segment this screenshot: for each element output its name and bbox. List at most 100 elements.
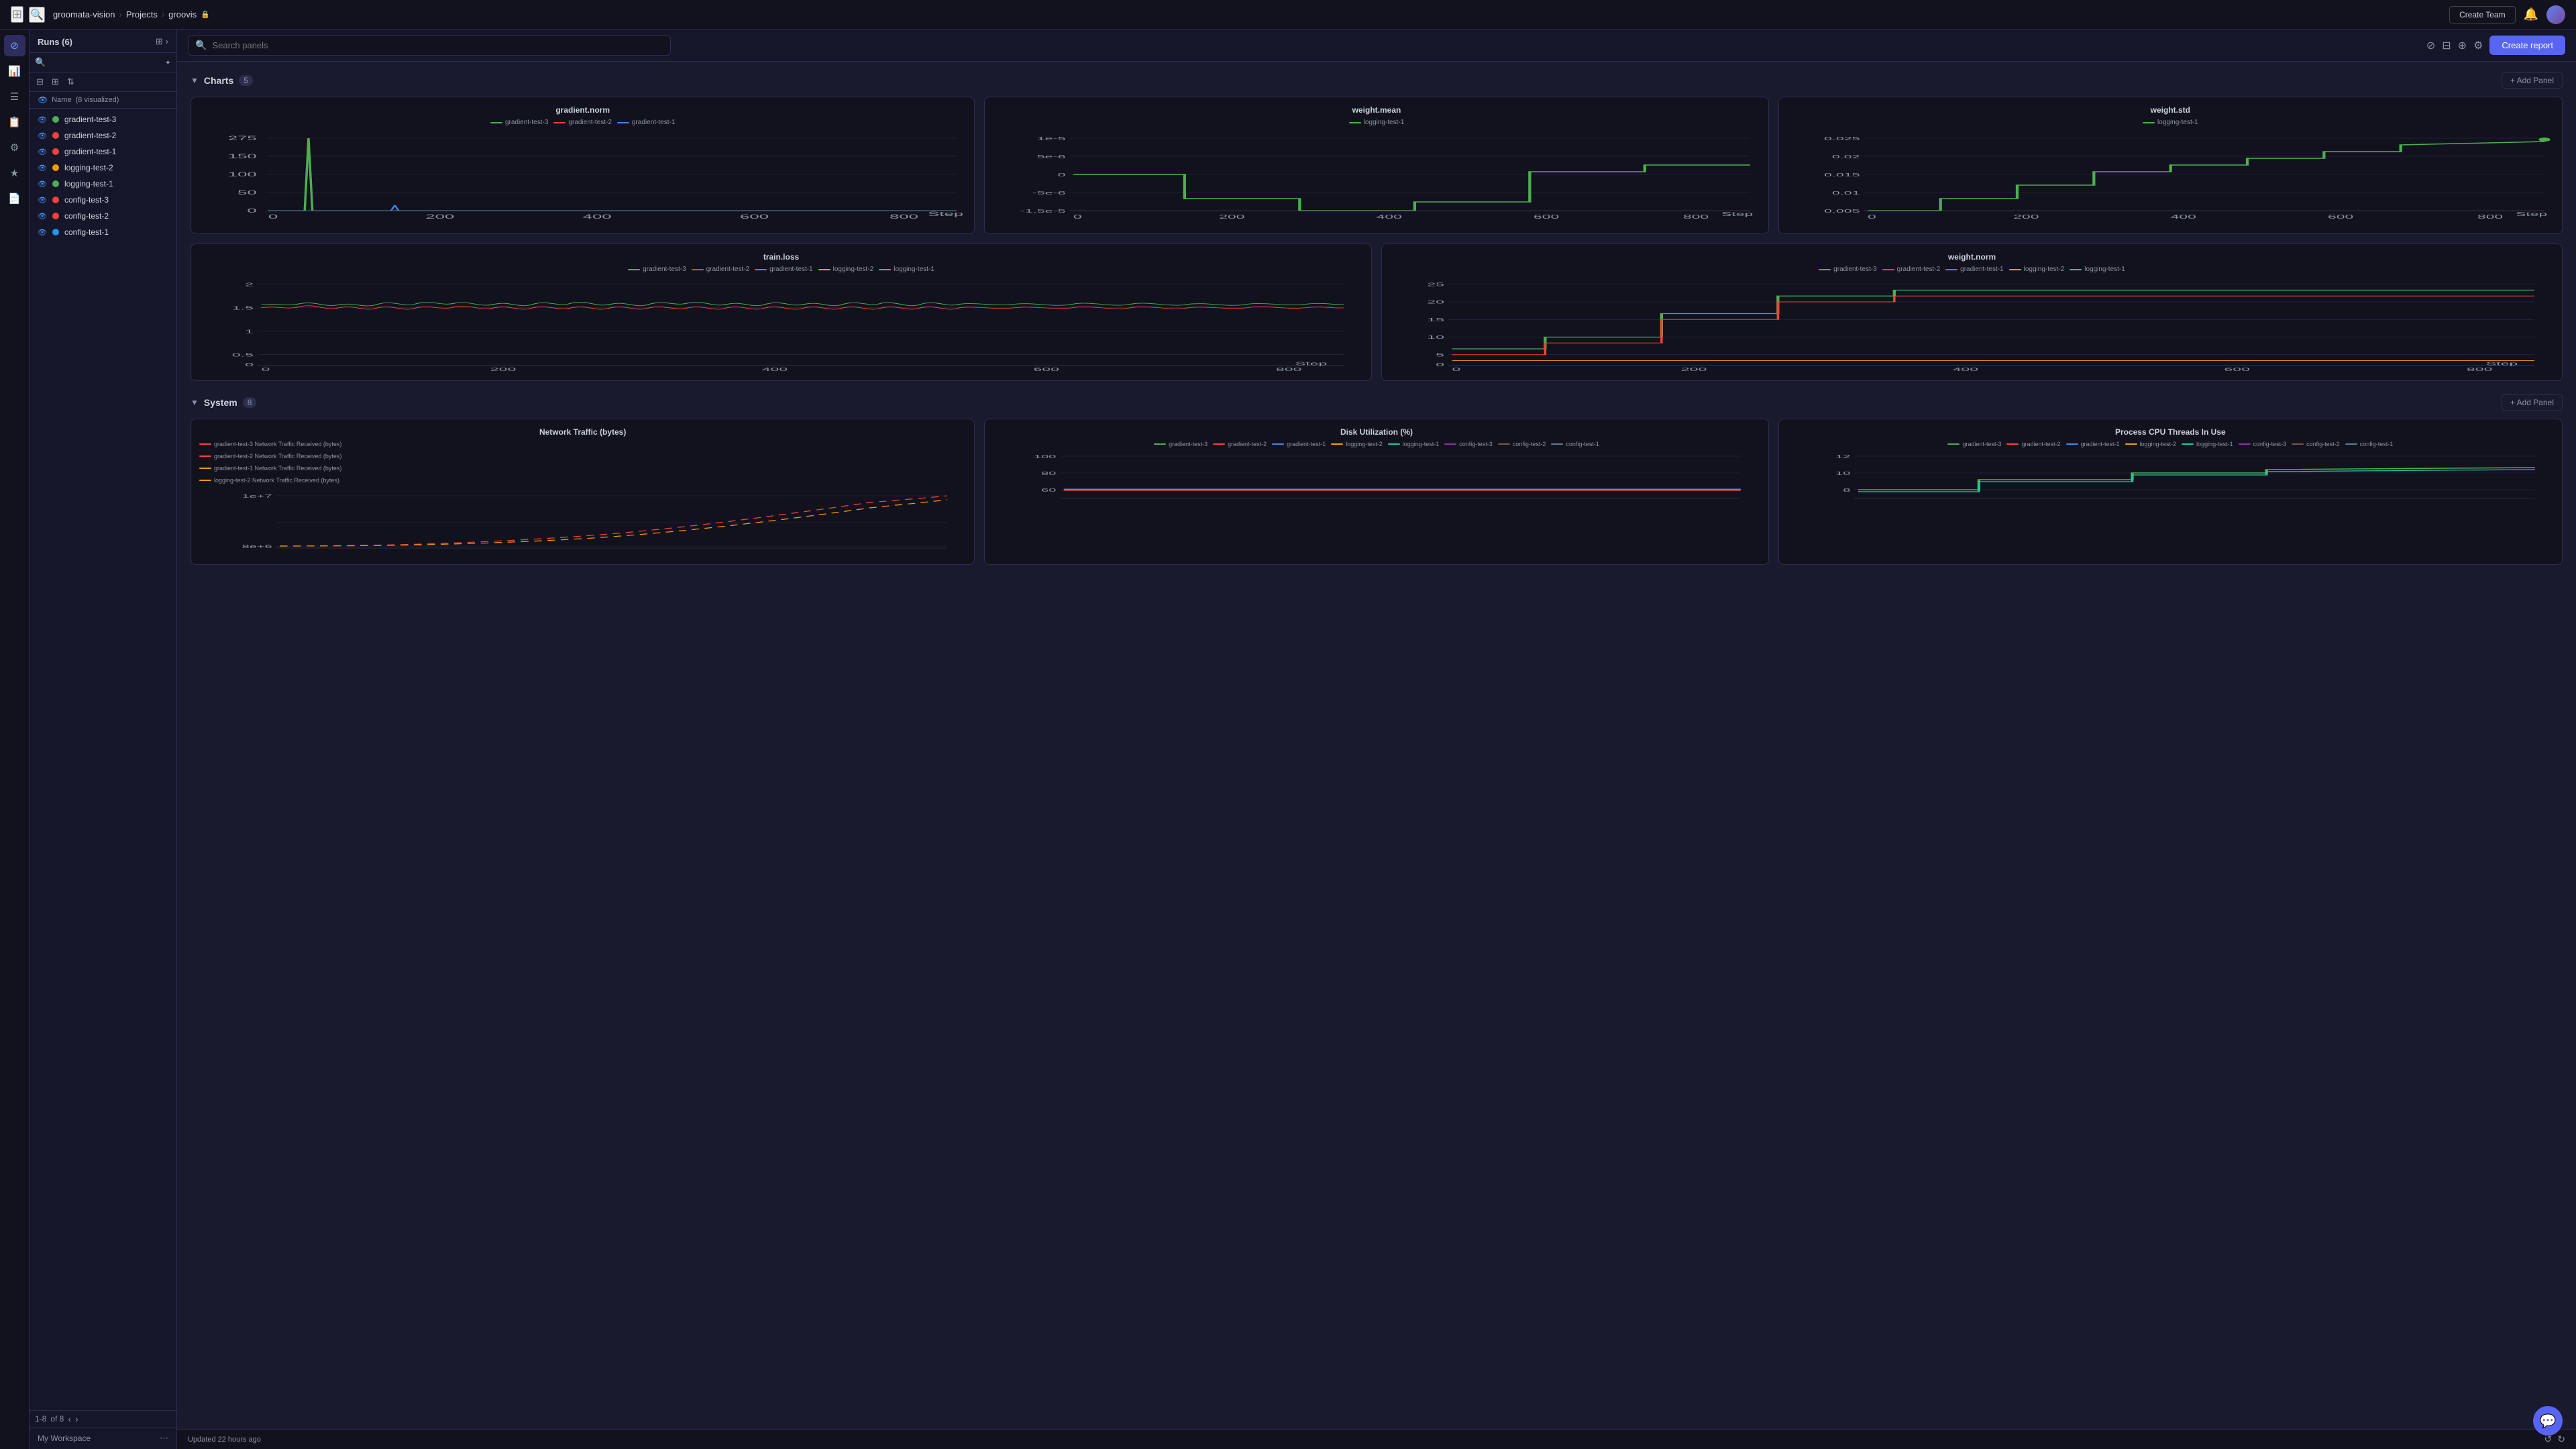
run-item[interactable]: 👁 logging-test-1 bbox=[30, 176, 176, 192]
svg-text:0: 0 bbox=[1073, 214, 1082, 220]
legend-label: config-test-3 bbox=[1459, 441, 1493, 447]
runs-header-icons: ⊞ › bbox=[156, 36, 168, 47]
lock-icon: 🔒 bbox=[201, 10, 210, 19]
run-item[interactable]: 👁 config-test-3 bbox=[30, 192, 176, 208]
search-panels-input[interactable] bbox=[212, 40, 663, 50]
runs-header-expand-icon[interactable]: › bbox=[166, 36, 168, 47]
chat-bubble[interactable]: 💬 bbox=[2533, 1406, 2563, 1436]
legend-color bbox=[1444, 443, 1456, 445]
legend-label: logging-test-2 bbox=[2024, 266, 2065, 273]
legend-item: gradient-test-1 bbox=[617, 119, 675, 126]
run-eye-icon: 👁 bbox=[38, 228, 47, 237]
sidebar-icon-star[interactable]: ★ bbox=[4, 162, 25, 184]
svg-text:0: 0 bbox=[262, 367, 270, 372]
svg-text:600: 600 bbox=[2224, 367, 2250, 372]
legend-item: gradient-test-2 bbox=[2006, 441, 2060, 447]
system-section-count: 8 bbox=[243, 397, 257, 408]
sort-button[interactable]: ⇅ bbox=[66, 75, 76, 89]
sidebar-icon-docs[interactable]: 📄 bbox=[4, 188, 25, 209]
legend-label: gradient-test-2 bbox=[2021, 441, 2060, 447]
sidebar-icon-table[interactable]: ☰ bbox=[4, 86, 25, 107]
sidebar-icon-history[interactable]: 📋 bbox=[4, 111, 25, 133]
charts-add-panel-button[interactable]: + Add Panel bbox=[2502, 72, 2563, 89]
breadcrumb-projects[interactable]: Projects bbox=[126, 9, 158, 19]
create-report-button[interactable]: Create report bbox=[2489, 36, 2565, 55]
legend-item: config-test-2 bbox=[1498, 441, 1546, 447]
sidebar-icon-home[interactable]: ⊘ bbox=[4, 35, 25, 56]
chart-weight-std: weight.std logging-test-1 bbox=[1778, 97, 2563, 234]
run-item[interactable]: 👁 config-test-1 bbox=[30, 224, 176, 240]
run-item[interactable]: 👁 gradient-test-2 bbox=[30, 127, 176, 144]
charts-collapse-button[interactable]: ▼ bbox=[191, 76, 199, 85]
svg-text:0: 0 bbox=[1436, 362, 1444, 368]
legend-item: logging-test-2 bbox=[2009, 266, 2065, 273]
search-nav-icon[interactable]: 🔍 bbox=[29, 7, 45, 23]
toolbar-settings-icon[interactable]: ⚙ bbox=[2473, 39, 2483, 52]
svg-text:400: 400 bbox=[1377, 214, 1402, 220]
avatar[interactable] bbox=[2546, 5, 2565, 24]
columns-button[interactable]: ⊞ bbox=[50, 75, 60, 89]
svg-text:800: 800 bbox=[890, 214, 918, 221]
svg-text:1e+7: 1e+7 bbox=[242, 494, 272, 499]
charts-section: ▼ Charts 5 + Add Panel gradient.norm gra… bbox=[191, 72, 2563, 381]
legend-color bbox=[490, 122, 502, 123]
legend-label: logging-test-1 bbox=[894, 266, 934, 273]
svg-text:0: 0 bbox=[268, 214, 278, 221]
legend-label: gradient-test-3 bbox=[1169, 441, 1208, 447]
run-color-dot bbox=[52, 132, 59, 139]
legend-item: gradient-test-2 Network Traffic Received… bbox=[199, 453, 341, 460]
run-color-dot bbox=[52, 164, 59, 171]
runs-search-input[interactable] bbox=[50, 58, 161, 67]
run-item[interactable]: 👁 gradient-test-1 bbox=[30, 144, 176, 160]
runs-name-count: (8 visualized) bbox=[76, 96, 119, 104]
run-eye-icon: 👁 bbox=[38, 115, 47, 124]
create-team-button[interactable]: Create Team bbox=[2449, 6, 2515, 23]
grid-menu-icon[interactable]: ⊞ bbox=[11, 6, 23, 23]
toolbar-icon-3[interactable]: ⊕ bbox=[2458, 39, 2467, 52]
run-eye-icon: 👁 bbox=[38, 148, 47, 156]
svg-text:Step: Step bbox=[928, 211, 963, 218]
legend-label: gradient-test-2 bbox=[1897, 266, 1940, 273]
pagination-prev[interactable]: ‹ bbox=[68, 1413, 71, 1424]
system-add-panel-button[interactable]: + Add Panel bbox=[2502, 394, 2563, 411]
run-item[interactable]: 👁 logging-test-2 bbox=[30, 160, 176, 176]
workspace-menu-icon[interactable]: ⋯ bbox=[160, 1433, 168, 1444]
sidebar-icon-settings[interactable]: ⚙ bbox=[4, 137, 25, 158]
filter-button[interactable]: ⊟ bbox=[35, 75, 45, 89]
chart-area-weight-std: 0.025 0.02 0.015 0.01 0.005 0 200 bbox=[1787, 131, 2554, 225]
svg-text:0: 0 bbox=[1452, 367, 1461, 372]
footer-sync-icon[interactable]: ↻ bbox=[2557, 1434, 2565, 1445]
legend-item: logging-test-1 bbox=[1388, 441, 1440, 447]
sidebar-icon-chart[interactable]: 📊 bbox=[4, 60, 25, 82]
legend-item: config-test-1 bbox=[2345, 441, 2394, 447]
notifications-icon[interactable]: 🔔 bbox=[2524, 7, 2538, 21]
search-panels-wrap: 🔍 bbox=[188, 35, 671, 56]
system-collapse-button[interactable]: ▼ bbox=[191, 398, 199, 407]
breadcrumb-org[interactable]: groomata-vision bbox=[53, 9, 115, 19]
svg-text:10: 10 bbox=[1835, 471, 1850, 476]
legend-color bbox=[1947, 443, 1960, 445]
svg-text:50: 50 bbox=[237, 190, 257, 197]
svg-text:200: 200 bbox=[1681, 367, 1707, 372]
svg-text:60: 60 bbox=[1041, 488, 1056, 493]
run-item[interactable]: 👁 config-test-2 bbox=[30, 208, 176, 224]
run-item[interactable]: 👁 gradient-test-3 bbox=[30, 111, 176, 127]
run-eye-icon: 👁 bbox=[38, 196, 47, 205]
workspace-bar: My Workspace ⋯ bbox=[30, 1427, 176, 1449]
legend-item: logging-test-1 bbox=[1349, 119, 1405, 126]
chart-title-cpu: Process CPU Threads In Use bbox=[1787, 427, 2554, 437]
pagination-next[interactable]: › bbox=[75, 1413, 78, 1424]
breadcrumb-project[interactable]: groovis bbox=[168, 9, 197, 19]
runs-search-filter-icon[interactable]: ✦ bbox=[165, 58, 171, 67]
legend-color bbox=[199, 468, 211, 469]
legend-label: gradient-test-3 bbox=[1833, 266, 1876, 273]
run-eye-icon: 👁 bbox=[38, 164, 47, 172]
chart-area-gradient-norm: 275 150 100 50 0 bbox=[199, 131, 966, 225]
run-name-label: logging-test-2 bbox=[64, 163, 113, 172]
runs-name-header: 👁 Name (8 visualized) bbox=[30, 92, 176, 109]
system-section: ▼ System 8 + Add Panel Network Traffic (… bbox=[191, 394, 2563, 565]
runs-header-grid-icon[interactable]: ⊞ bbox=[156, 36, 163, 47]
legend-color bbox=[1945, 269, 1957, 270]
toolbar-icon-2[interactable]: ⊟ bbox=[2442, 39, 2451, 52]
toolbar-icon-1[interactable]: ⊘ bbox=[2426, 39, 2435, 52]
